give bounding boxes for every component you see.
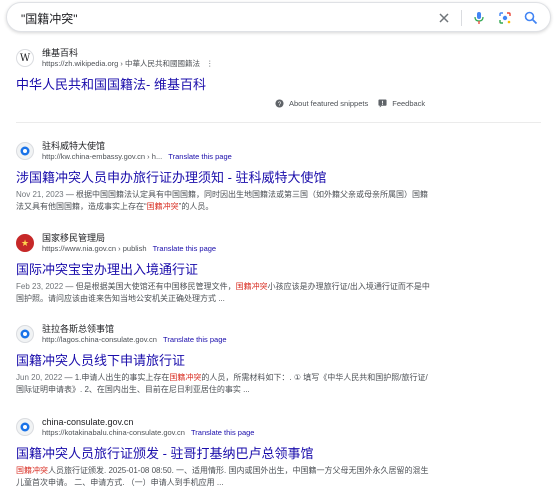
feedback-icon — [378, 99, 387, 108]
site-name: 驻科威特大使馆 — [42, 141, 106, 152]
search-icon[interactable] — [522, 9, 540, 27]
translate-link[interactable]: Translate this page — [191, 428, 255, 437]
result-snippet: Jun 20, 2022 — 1.申请人出生的事实上存在国籍冲突的人员，所需材料… — [16, 372, 428, 394]
divider — [461, 10, 462, 26]
site-favicon — [16, 418, 34, 436]
search-input[interactable]: "国籍冲突" — [21, 10, 78, 27]
site-name: china-consulate.gov.cn — [42, 417, 134, 428]
site-url[interactable]: https://www.nia.gov.cn › publish Transla… — [42, 244, 216, 253]
translate-link[interactable]: Translate this page — [168, 152, 232, 161]
search-result: ★ 国家移民管理局 https://www.nia.gov.cn › publi… — [16, 229, 536, 305]
close-icon[interactable] — [435, 9, 453, 27]
site-name: 国家移民管理局 — [42, 233, 106, 244]
featured-footer: ? About featured snippets Feedback — [265, 99, 425, 108]
mic-icon[interactable] — [470, 9, 488, 27]
site-favicon — [16, 325, 34, 343]
result-title-link[interactable]: 涉国籍冲突人员申办旅行证办理须知 - 驻科威特大使馆 — [16, 169, 536, 187]
feedback-link[interactable]: Feedback — [378, 99, 425, 108]
result-title-link[interactable]: 中华人民共和国国籍法- 维基百科 — [16, 76, 536, 94]
more-options-icon[interactable]: ⋮ — [206, 59, 214, 68]
site-name: 维基百科 — [42, 48, 79, 59]
search-result: 驻拉各斯总领事馆 http://lagos.china-consulate.go… — [16, 320, 536, 396]
site-name: 驻拉各斯总领事馆 — [42, 324, 115, 335]
site-favicon — [16, 142, 34, 160]
result-snippet: Feb 23, 2022 — 但是根据美国大使馆还有中国移民管理文件，国籍冲突小… — [16, 281, 430, 303]
site-url[interactable]: http://kw.china-embassy.gov.cn › h... Tr… — [42, 152, 232, 161]
featured-snippet: W 维基百科 https://zh.wikipedia.org › 中華人民共和… — [16, 44, 536, 94]
translate-link[interactable]: Translate this page — [163, 335, 227, 344]
site-url[interactable]: http://lagos.china-consulate.gov.cn Tran… — [42, 335, 227, 344]
result-snippet: 国籍冲突人员旅行证颁发. 2025-01-08 08:50. 一、适用情形. 国… — [16, 465, 429, 487]
search-result: 驻科威特大使馆 http://kw.china-embassy.gov.cn ›… — [16, 137, 536, 213]
result-title-link[interactable]: 国籍冲突人员旅行证颁发 - 驻哥打基纳巴卢总领事馆 — [16, 445, 536, 463]
site-url[interactable]: https://zh.wikipedia.org › 中華人民共和國國籍法 ⋮ — [42, 59, 214, 68]
search-result: china-consulate.gov.cn https://kotakinab… — [16, 413, 536, 489]
translate-link[interactable]: Translate this page — [153, 244, 217, 253]
about-featured-snippets[interactable]: ? About featured snippets — [275, 99, 368, 108]
result-title-link[interactable]: 国籍冲突人员线下申请旅行证 — [16, 352, 536, 370]
emblem-icon: ★ — [16, 234, 34, 252]
result-title-link[interactable]: 国际冲突宝宝办理出入境通行证 — [16, 261, 536, 279]
divider — [16, 122, 541, 123]
help-icon: ? — [275, 99, 284, 108]
result-snippet: Nov 21, 2023 — 根据中国国籍法认定具有中国国籍，同时因出生地国籍法… — [16, 189, 429, 211]
search-bar: "国籍冲突" — [6, 2, 551, 32]
wikipedia-icon: W — [16, 49, 34, 67]
svg-text:?: ? — [278, 101, 282, 108]
site-url[interactable]: https://kotakinabalu.china-consulate.gov… — [42, 428, 254, 437]
lens-icon[interactable] — [496, 9, 514, 27]
